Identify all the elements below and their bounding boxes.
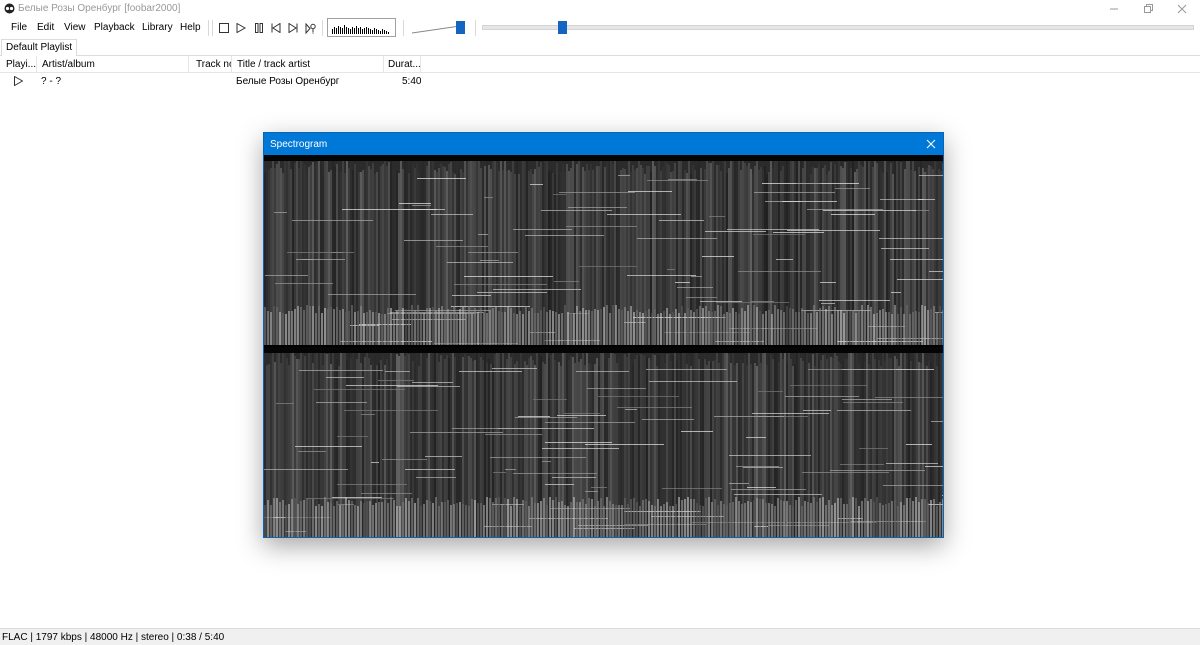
vis-bar	[362, 29, 363, 34]
vis-bar	[386, 31, 387, 34]
restore-icon	[1144, 4, 1153, 13]
foobar2000-window: Белые Розы Оренбург [foobar2000] File Ed…	[0, 0, 1200, 645]
menu-help[interactable]: Help	[180, 22, 201, 33]
column-artist-album[interactable]: Artist/album	[37, 56, 189, 73]
stop-icon	[219, 23, 229, 33]
spectrogram-title: Spectrogram	[270, 139, 328, 150]
pause-icon	[255, 23, 263, 33]
window-title: Белые Розы Оренбург [foobar2000]	[18, 3, 181, 14]
vis-bar	[342, 28, 343, 34]
menu-view[interactable]: View	[64, 22, 86, 33]
status-text: FLAC | 1797 kbps | 48000 Hz | stereo | 0…	[2, 632, 225, 643]
vis-bar	[358, 28, 359, 34]
toolbar-separator	[212, 20, 213, 36]
toolbar-separator	[208, 20, 209, 36]
next-icon	[288, 23, 298, 33]
spectrogram-title-bar[interactable]: Spectrogram	[264, 133, 943, 155]
vis-bar	[348, 28, 349, 34]
playlist-row[interactable]: ? - ? Белые Розы Оренбург 5:40	[0, 74, 1200, 89]
toolbar-separator	[322, 20, 323, 36]
vis-bar	[378, 30, 379, 34]
close-button[interactable]	[1164, 0, 1200, 18]
minimize-icon	[1110, 8, 1118, 10]
column-playing[interactable]: Playi...	[0, 56, 37, 73]
row-artist-album: ? - ?	[41, 76, 62, 87]
seek-bar[interactable]	[482, 25, 1194, 30]
close-icon	[926, 139, 936, 149]
vis-bar	[356, 26, 357, 34]
vis-bar	[366, 27, 367, 34]
vis-bar	[360, 27, 361, 34]
close-icon	[1177, 4, 1187, 14]
vis-bar	[380, 31, 381, 34]
random-icon	[305, 22, 316, 34]
column-track-no[interactable]: Track no	[189, 56, 232, 73]
spectrogram-channel-left	[264, 155, 943, 345]
spectrogram-view	[264, 155, 943, 537]
restore-button[interactable]	[1130, 0, 1166, 18]
vis-bar	[346, 27, 347, 34]
vis-bar	[344, 25, 345, 34]
spectrogram-window: Spectrogram	[263, 132, 944, 538]
menu-file[interactable]: File	[11, 22, 27, 33]
vis-bar	[368, 28, 369, 34]
column-duration[interactable]: Durat...	[384, 56, 421, 73]
vis-bar	[382, 29, 383, 34]
vis-bar	[384, 30, 385, 34]
play-button[interactable]	[233, 20, 249, 36]
playlist-tabs: Default Playlist	[0, 38, 1200, 56]
toolbar-separator	[475, 20, 476, 36]
vis-bar	[338, 26, 339, 34]
previous-button[interactable]	[268, 20, 284, 36]
volume-thumb[interactable]	[456, 21, 465, 34]
menu-edit[interactable]: Edit	[37, 22, 54, 33]
spectrum-visualisation	[327, 18, 396, 37]
vis-bar	[332, 29, 333, 34]
vis-bar	[336, 28, 337, 34]
vis-bar	[376, 29, 377, 34]
tab-default-playlist[interactable]: Default Playlist	[1, 39, 78, 56]
vis-bar	[350, 29, 351, 34]
pause-button[interactable]	[251, 20, 267, 36]
row-duration: 5:40	[402, 76, 422, 87]
vis-bar	[374, 28, 375, 34]
spectrogram-close-button[interactable]	[923, 136, 939, 152]
vis-bar	[372, 30, 373, 34]
status-bar: FLAC | 1797 kbps | 48000 Hz | stereo | 0…	[0, 628, 1200, 645]
title-bar: Белые Розы Оренбург [foobar2000]	[0, 0, 1200, 18]
vis-bar	[354, 28, 355, 34]
vis-bar	[388, 32, 389, 34]
vis-bar	[340, 27, 341, 34]
playlist-header: Playi... Artist/album Track no Title / t…	[0, 56, 1200, 73]
next-button[interactable]	[285, 20, 301, 36]
previous-icon	[271, 23, 281, 33]
menu-playback[interactable]: Playback	[94, 22, 135, 33]
spectrogram-channel-right	[264, 347, 943, 537]
vis-bar	[352, 27, 353, 34]
toolbar-separator	[403, 20, 404, 36]
vis-bar	[334, 27, 335, 34]
vis-bar	[370, 29, 371, 34]
menu-library[interactable]: Library	[142, 22, 173, 33]
stop-button[interactable]	[216, 20, 232, 36]
minimize-button[interactable]	[1096, 0, 1132, 18]
row-title: Белые Розы Оренбург	[236, 76, 340, 87]
play-outline-icon	[14, 76, 23, 86]
seek-thumb[interactable]	[558, 21, 567, 34]
random-button[interactable]	[302, 20, 318, 36]
vis-bar	[364, 28, 365, 34]
column-title[interactable]: Title / track artist	[232, 56, 384, 73]
foobar-app-icon	[4, 3, 15, 14]
play-icon	[236, 23, 246, 33]
